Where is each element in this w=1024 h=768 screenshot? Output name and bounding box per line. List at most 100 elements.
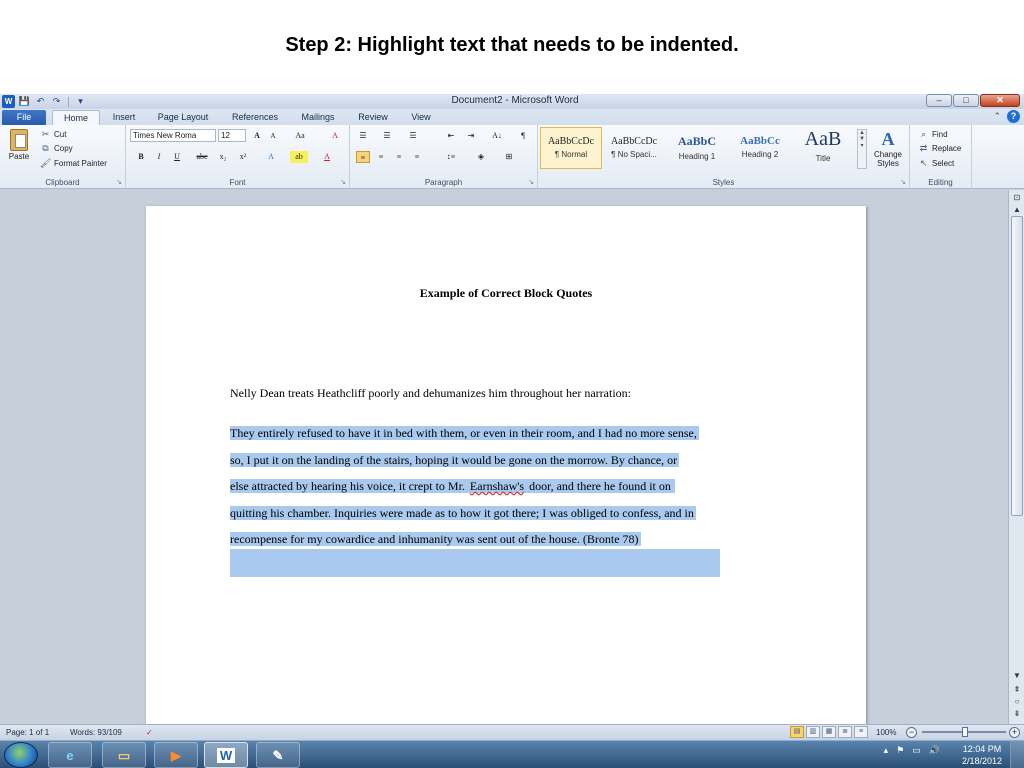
undo-icon[interactable]: ↶ xyxy=(34,95,47,108)
bold-button[interactable]: B xyxy=(134,151,148,163)
maximize-button[interactable]: □ xyxy=(953,94,979,107)
taskbar-app-paint[interactable]: ✎ xyxy=(256,742,300,768)
style-heading-2[interactable]: AaBbCc Heading 2 xyxy=(729,127,791,169)
numbering-button[interactable]: ☰ xyxy=(380,130,394,142)
clock[interactable]: 12:04 PM 2/18/2012 xyxy=(962,743,1002,767)
show-desktop-button[interactable] xyxy=(1010,741,1024,768)
decrease-indent-button[interactable]: ⇤ xyxy=(444,130,458,142)
tab-view[interactable]: View xyxy=(402,110,440,125)
font-size-select[interactable]: 12 xyxy=(218,129,246,142)
network-icon[interactable]: ▭ xyxy=(912,745,921,756)
full-screen-reading-icon[interactable]: ▥ xyxy=(806,726,820,738)
tab-insert[interactable]: Insert xyxy=(104,110,144,125)
clear-formatting-button[interactable]: A xyxy=(328,130,342,142)
style-title[interactable]: AaB Title xyxy=(792,127,854,169)
tab-home[interactable]: Home xyxy=(52,110,100,125)
sort-button[interactable]: A↓ xyxy=(488,130,506,142)
vertical-scrollbar[interactable]: ⊡ ▲ ▼ ⇞ ○ ⇟ xyxy=(1008,190,1024,724)
tab-review[interactable]: Review xyxy=(350,110,396,125)
shrink-font-button[interactable]: A xyxy=(266,130,280,142)
change-case-button[interactable]: Aa xyxy=(290,130,310,142)
action-center-flag-icon[interactable]: ⚑ xyxy=(896,745,904,756)
bullets-button[interactable]: ☰ xyxy=(356,130,370,142)
taskbar-app-explorer[interactable]: ▭ xyxy=(102,742,146,768)
highlight-button[interactable]: ab xyxy=(290,151,308,163)
taskbar-app-internet-explorer[interactable]: e xyxy=(48,742,92,768)
font-family-select[interactable]: Times New Roma xyxy=(130,129,216,142)
word-count[interactable]: Words: 93/109 xyxy=(70,728,122,737)
dialog-launcher-icon[interactable]: ↘ xyxy=(116,178,122,186)
tab-file[interactable]: File xyxy=(2,110,46,125)
shading-button[interactable]: ◈ xyxy=(474,151,488,163)
show-marks-button[interactable]: ¶ xyxy=(516,130,530,142)
grow-font-button[interactable]: A xyxy=(250,130,264,142)
redo-icon[interactable]: ↷ xyxy=(50,95,63,108)
browse-object-icon[interactable]: ○ xyxy=(1011,696,1023,708)
ruler-toggle-icon[interactable]: ⊡ xyxy=(1011,192,1023,204)
style-heading-1[interactable]: AaBbC Heading 1 xyxy=(666,127,728,169)
tab-references[interactable]: References xyxy=(224,110,286,125)
print-layout-icon[interactable]: ▤ xyxy=(790,726,804,738)
show-hidden-icons-icon[interactable]: ▴ xyxy=(884,745,889,756)
proofing-icon[interactable]: ✓ xyxy=(146,728,153,737)
italic-button[interactable]: I xyxy=(152,151,166,163)
strikethrough-button[interactable]: abc xyxy=(192,151,212,163)
zoom-level[interactable]: 100% xyxy=(876,728,896,737)
subscript-button[interactable]: x₂ xyxy=(216,151,230,163)
style-normal[interactable]: AaBbCcDc ¶ Normal xyxy=(540,127,602,169)
tab-page-layout[interactable]: Page Layout xyxy=(150,110,216,125)
next-page-icon[interactable]: ⇟ xyxy=(1011,708,1023,720)
align-right-button[interactable]: ≡ xyxy=(392,151,406,163)
text-effects-button[interactable]: A xyxy=(264,151,278,163)
customize-qat-icon[interactable]: ▾ xyxy=(74,95,87,108)
borders-button[interactable]: ⊞ xyxy=(502,151,516,163)
change-styles-button[interactable]: A Change Styles xyxy=(870,129,906,168)
dialog-launcher-icon[interactable]: ↘ xyxy=(900,178,906,186)
zoom-slider[interactable] xyxy=(922,727,1006,737)
justify-button[interactable]: ≡ xyxy=(410,151,424,163)
style-no-spacing[interactable]: AaBbCcDc ¶ No Spaci... xyxy=(603,127,665,169)
line-spacing-button[interactable]: ↕≡ xyxy=(440,151,462,163)
scroll-up-icon[interactable]: ▲ xyxy=(1011,204,1023,216)
selected-block-quote[interactable]: They entirely refused to have it in bed … xyxy=(230,420,790,577)
font-color-button[interactable]: A xyxy=(320,151,334,163)
minimize-button[interactable]: – xyxy=(926,94,952,107)
scroll-thumb[interactable] xyxy=(1011,216,1023,516)
find-button[interactable]: ⌕ Find xyxy=(918,129,948,140)
tab-mailings[interactable]: Mailings xyxy=(292,110,344,125)
underline-button[interactable]: U xyxy=(170,151,184,163)
dialog-launcher-icon[interactable]: ↘ xyxy=(340,178,346,186)
page-count[interactable]: Page: 1 of 1 xyxy=(6,728,49,737)
zoom-out-icon[interactable]: − xyxy=(906,727,917,738)
volume-icon[interactable]: 🔊 xyxy=(929,745,940,756)
center-button[interactable]: ≡ xyxy=(374,151,388,163)
paste-button[interactable]: Paste xyxy=(6,129,32,177)
taskbar-app-word[interactable]: W xyxy=(204,742,248,768)
zoom-in-icon[interactable]: + xyxy=(1009,727,1020,738)
cut-button[interactable]: ✂ Cut xyxy=(40,129,67,140)
minimize-ribbon-icon[interactable]: ⌃ xyxy=(993,111,1001,122)
taskbar-app-media-player[interactable]: ▶ xyxy=(154,742,198,768)
increase-indent-button[interactable]: ⇥ xyxy=(464,130,478,142)
close-button[interactable]: ✕ xyxy=(980,94,1020,107)
align-left-button[interactable]: ≡ xyxy=(356,151,370,163)
copy-button[interactable]: ⧉ Copy xyxy=(40,143,72,154)
help-icon[interactable]: ? xyxy=(1007,110,1020,123)
zoom-slider-knob[interactable] xyxy=(962,727,968,737)
multilevel-list-button[interactable]: ☰ xyxy=(406,130,420,142)
outline-icon[interactable]: ≣ xyxy=(838,726,852,738)
scroll-down-icon[interactable]: ▼ xyxy=(1011,670,1023,682)
start-button[interactable] xyxy=(4,742,38,768)
select-button[interactable]: ↖ Select xyxy=(918,158,955,169)
style-gallery-scroll[interactable]: ▲ ▼ ▾ xyxy=(857,129,867,169)
document-page[interactable]: Example of Correct Block Quotes Nelly De… xyxy=(146,206,866,766)
dialog-launcher-icon[interactable]: ↘ xyxy=(528,178,534,186)
save-icon[interactable]: 💾 xyxy=(18,95,31,108)
replace-button[interactable]: ⇄ Replace xyxy=(918,143,962,154)
previous-page-icon[interactable]: ⇞ xyxy=(1011,684,1023,696)
web-layout-icon[interactable]: ▦ xyxy=(822,726,836,738)
draft-icon[interactable]: ≡ xyxy=(854,726,868,738)
word-logo-icon[interactable]: W xyxy=(2,95,15,108)
format-painter-button[interactable]: 🖌 Format Painter xyxy=(40,158,107,169)
superscript-button[interactable]: x² xyxy=(236,151,250,163)
